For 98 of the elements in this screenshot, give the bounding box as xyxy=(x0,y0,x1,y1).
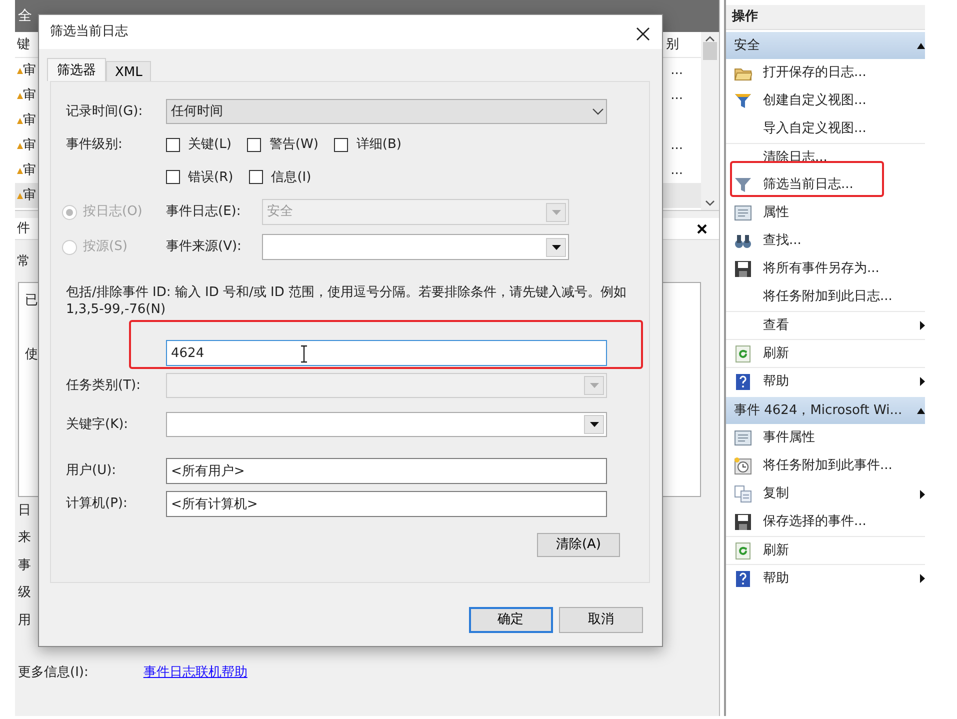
table-cell-text: ... xyxy=(670,136,683,155)
binoculars-icon xyxy=(734,232,752,250)
collapse-icon[interactable] xyxy=(917,408,925,414)
field-label: 来 xyxy=(18,529,31,547)
filter-icon xyxy=(734,176,752,194)
checkbox[interactable]: 错误(R) xyxy=(166,168,234,187)
header-title: 全 xyxy=(18,6,32,26)
hint-text: 包括/排除事件 ID: 输入 ID 号和/或 ID 范围，使用逗号分隔。若要排除条件，请先键入减号。例如 1,3,5-99,-76(N) xyxy=(66,284,628,318)
marker-icon xyxy=(17,168,23,174)
action-item[interactable]: 保存选择的事件... xyxy=(726,508,925,536)
text-field[interactable]: <所有用户> xyxy=(166,458,607,484)
table-cell-text: ... xyxy=(670,62,683,80)
field-label: 用 xyxy=(18,612,31,630)
section-title: 事件 4624，Microsoft Wi... xyxy=(734,402,902,420)
column-header[interactable]: 别 xyxy=(666,34,679,54)
field-label: 事 xyxy=(18,556,31,574)
scrollbar[interactable] xyxy=(701,32,719,210)
field-label: 事件来源(V): xyxy=(166,238,242,256)
text-cursor-icon xyxy=(300,345,308,363)
action-item[interactable]: 事件属性 xyxy=(726,424,925,452)
close-icon xyxy=(636,26,650,41)
field-label: 关键字(K): xyxy=(66,416,130,434)
action-item[interactable]: 打开保存的日志... xyxy=(726,59,925,87)
action-item[interactable]: 将任务附加到此日志... xyxy=(726,283,925,311)
field-label: 用户(U): xyxy=(66,462,118,480)
action-item[interactable]: 属性 xyxy=(726,199,925,227)
action-item[interactable]: 创建自定义视图... xyxy=(726,87,925,115)
pane-title: 操作 xyxy=(726,5,925,30)
action-item[interactable]: 帮助 xyxy=(726,564,925,592)
tab[interactable]: XML xyxy=(106,61,152,81)
section-header[interactable]: 事件 4624，Microsoft Wi... xyxy=(726,397,925,424)
dropdown: 安全 xyxy=(262,199,569,225)
dialog-title: 筛选当前日志 xyxy=(50,23,128,42)
dialog-button[interactable]: 确定 xyxy=(468,607,552,633)
action-item[interactable]: 查找... xyxy=(726,227,925,255)
help-icon xyxy=(734,570,752,588)
table-cell-text: ... xyxy=(670,86,683,105)
dropdown[interactable]: 任何时间 xyxy=(166,99,607,124)
properties-icon xyxy=(734,204,752,222)
copy-icon xyxy=(734,485,752,503)
details-text: 已 xyxy=(25,292,38,308)
action-item[interactable]: 导入自定义视图... xyxy=(726,115,925,143)
table-cell-text: 审 xyxy=(23,62,36,80)
help-icon xyxy=(734,372,752,390)
action-item[interactable]: 刷新 xyxy=(726,536,925,564)
table-cell-text: 审 xyxy=(23,186,36,205)
collapse-icon[interactable] xyxy=(917,42,925,48)
marker-icon xyxy=(17,142,23,148)
marker-icon xyxy=(17,68,23,74)
field-label: 级 xyxy=(18,584,31,602)
column-header[interactable]: 键 xyxy=(17,34,30,54)
marker-icon xyxy=(17,192,23,198)
section-header[interactable]: 安全 xyxy=(726,32,925,59)
action-item[interactable]: 刷新 xyxy=(726,339,925,367)
table-cell-text: 审 xyxy=(23,162,36,180)
checkbox[interactable]: 详细(B) xyxy=(334,135,402,154)
marker-icon xyxy=(17,92,23,98)
field-label: 计算机(P): xyxy=(66,495,128,514)
scroll-down-icon[interactable] xyxy=(705,200,715,206)
event-id-field[interactable]: 4624 xyxy=(166,340,607,366)
field-label: 更多信息(I): xyxy=(18,664,88,682)
table-cell-text: 审 xyxy=(23,86,36,105)
refresh-icon xyxy=(734,344,752,362)
table-cell-text: 审 xyxy=(23,112,36,130)
action-item[interactable]: 帮助 xyxy=(726,367,925,395)
refresh-icon xyxy=(734,542,752,560)
field-label: 记录时间(G): xyxy=(66,102,144,121)
help-link[interactable]: 事件日志联机帮助 xyxy=(143,663,248,682)
checkbox[interactable]: 信息(I) xyxy=(249,168,312,187)
tab[interactable]: 常 xyxy=(17,254,30,269)
clock-icon xyxy=(734,457,752,475)
scroll-thumb[interactable] xyxy=(703,42,717,60)
action-item[interactable]: 查看 xyxy=(726,311,925,339)
details-text: 使 xyxy=(25,346,38,362)
action-item[interactable]: 筛选当前日志... xyxy=(726,171,925,199)
checkbox[interactable]: 警告(W) xyxy=(247,135,318,154)
action-item[interactable]: 将任务附加到此事件... xyxy=(726,452,925,480)
section-title: 安全 xyxy=(734,36,760,55)
clear-button[interactable]: 清除(A) xyxy=(537,533,620,557)
table-cell-text: ... xyxy=(670,162,683,180)
table-cell-text: 审 xyxy=(23,136,36,155)
properties-icon xyxy=(734,429,752,447)
field-label: 事件日志(E): xyxy=(166,203,242,222)
tab[interactable]: 筛选器 xyxy=(47,58,106,81)
field-label: 日 xyxy=(18,502,31,520)
action-item[interactable]: 复制 xyxy=(726,480,925,508)
action-item[interactable]: 将所有事件另存为... xyxy=(726,255,925,283)
checkbox[interactable]: 关键(L) xyxy=(166,135,232,154)
filter-icon xyxy=(734,92,752,110)
close-icon[interactable] xyxy=(697,224,707,234)
field-label: 事件级别: xyxy=(66,136,124,154)
dialog-button[interactable]: 取消 xyxy=(559,607,643,633)
pane-title: 件 xyxy=(17,220,30,238)
scroll-up-icon[interactable] xyxy=(705,36,715,42)
text-field[interactable]: <所有计算机> xyxy=(166,491,607,517)
chevron-down-icon[interactable] xyxy=(592,108,604,115)
marker-icon xyxy=(17,118,23,124)
field-label: 任务类别(T): xyxy=(66,376,142,395)
